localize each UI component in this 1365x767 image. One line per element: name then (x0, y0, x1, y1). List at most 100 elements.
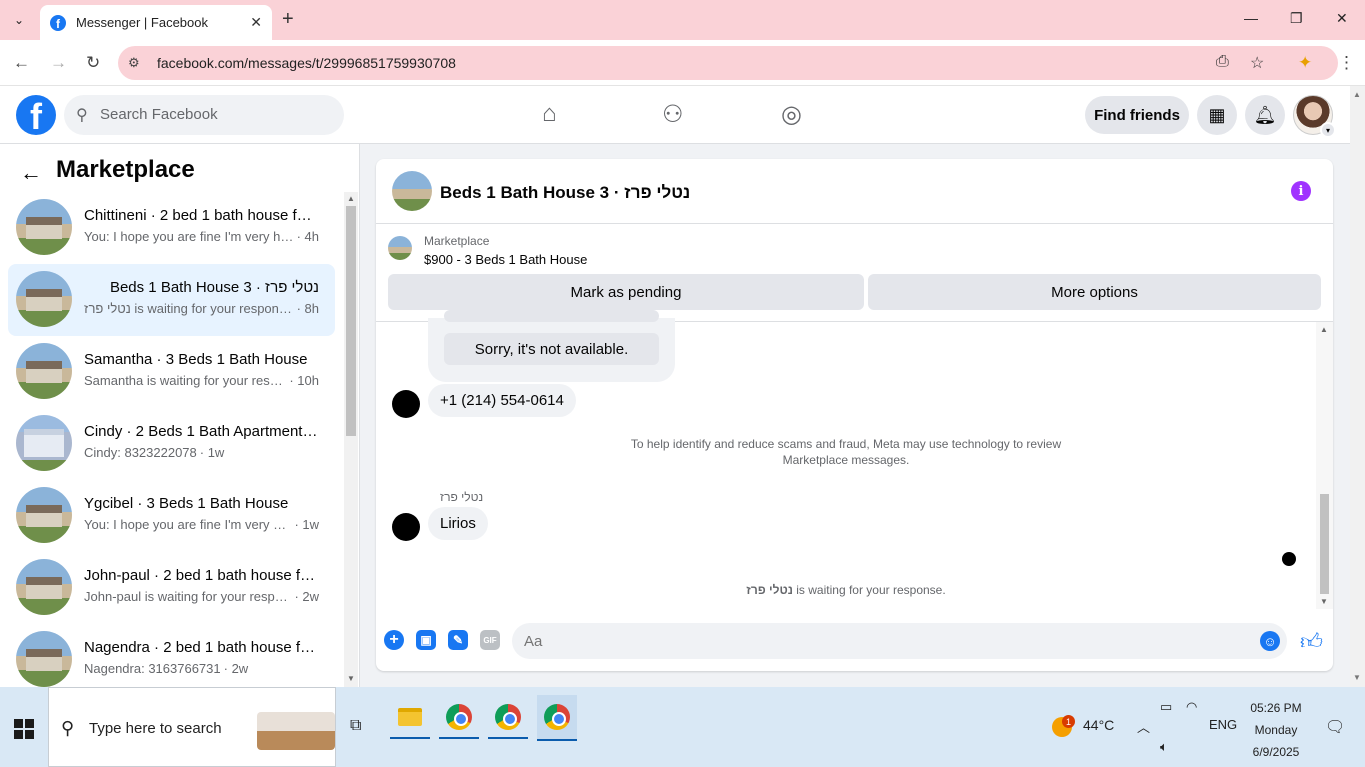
sidebar-scroll-thumb[interactable] (346, 206, 356, 436)
close-window-icon[interactable]: ✕ (1336, 10, 1348, 27)
message-input[interactable] (512, 623, 1287, 659)
volume-icon[interactable]: 🔈︎ (1160, 739, 1168, 755)
conversation-time: · 2w (294, 589, 319, 604)
search-highlight-image[interactable] (257, 712, 335, 750)
conversation-item[interactable]: Beds 1 Bath House 3 · נטלי פרז נטלי פרז i… (8, 264, 335, 336)
friends-icon[interactable]: ⚇ (662, 100, 684, 129)
tab-title: Messenger | Facebook (76, 15, 208, 30)
sender-avatar[interactable] (392, 390, 420, 418)
listing-mini-thumbnail[interactable] (388, 236, 412, 260)
new-tab-button[interactable]: + (282, 8, 294, 31)
scroll-up-icon[interactable]: ▲ (1353, 90, 1361, 99)
quick-reply-card: Sorry, it's not available. (428, 310, 675, 382)
info-icon[interactable]: i (1291, 181, 1311, 201)
taskbar-search-placeholder[interactable]: Type here to search (89, 720, 222, 737)
find-friends-button[interactable]: Find friends (1085, 96, 1189, 134)
taskbar-search-box[interactable]: ⚲ Type here to search (48, 687, 336, 767)
clock-date: 6/9/2025 (1252, 745, 1300, 759)
browser-tab-strip: ⌄ f Messenger | Facebook ✕ + — ❐ ✕ (0, 0, 1365, 40)
conversation-item[interactable]: Samantha · 3 Beds 1 Bath House Samantha i… (8, 336, 335, 408)
home-icon[interactable]: ⌂ (542, 100, 557, 128)
weather-temp[interactable]: 44°C (1083, 717, 1114, 733)
scroll-down-icon[interactable]: ▼ (1353, 673, 1361, 682)
conversation-item[interactable]: Ygcibel · 3 Beds 1 Bath House You: I hope… (8, 480, 335, 552)
chat-scroll-up-icon[interactable]: ▲ (1320, 325, 1328, 334)
facebook-logo-icon[interactable]: f (16, 95, 56, 135)
chat-panel: Beds 1 Bath House 3 · נטלי פרז i Marketp… (376, 159, 1333, 671)
conversation-item[interactable]: Chittineni · 2 bed 1 bath house for rent… (8, 192, 335, 264)
back-icon[interactable]: ← (13, 53, 30, 73)
listing-title[interactable]: $900 - 3 Beds 1 Bath House (424, 252, 587, 267)
minimize-icon[interactable]: — (1244, 10, 1258, 26)
menu-grid-icon[interactable]: ▦ (1197, 95, 1237, 135)
url-text[interactable]: facebook.com/messages/t/2999685175993070… (157, 55, 456, 71)
wifi-icon[interactable]: ◠ (1186, 699, 1197, 715)
chat-title[interactable]: Beds 1 Bath House 3 · נטלי פרז (440, 183, 690, 203)
omnibox[interactable]: ⚙ facebook.com/messages/t/29996851759930… (118, 46, 1338, 80)
facebook-search-box[interactable]: ⚲ Search Facebook (64, 95, 344, 135)
conversation-time: · 2w (223, 661, 249, 676)
page-scrollbar[interactable]: ▲ ▼ (1350, 86, 1365, 687)
task-view-icon[interactable]: ⧉ (350, 717, 361, 735)
thumbs-up-icon[interactable]: 👍︎ (1300, 628, 1323, 655)
chat-scrollbar[interactable]: ▲ ▼ (1316, 322, 1333, 609)
bookmark-star-icon[interactable]: ☆ (1250, 53, 1264, 73)
install-app-icon[interactable]: ⎙ (1216, 53, 1229, 71)
emoji-icon[interactable]: ☺ (1260, 631, 1280, 651)
conversation-item[interactable]: Cindy · 2 Beds 1 Bath Apartment for rent… (8, 408, 335, 480)
chat-header: Beds 1 Bath House 3 · נטלי פרז i (376, 159, 1333, 224)
chrome-menu-icon[interactable]: ⋮ (1338, 53, 1355, 73)
groups-icon[interactable]: ◎ (781, 100, 802, 129)
sender-avatar[interactable] (392, 513, 420, 541)
action-center-icon[interactable]: 🗨︎ (1325, 717, 1345, 737)
sidebar-scroll-up-icon[interactable]: ▲ (347, 194, 355, 203)
conversation-item[interactable]: Nagendra · 2 bed 1 bath house for rent Na… (8, 624, 335, 696)
tab-search-chevron-icon[interactable]: ⌄ (8, 9, 30, 31)
listing-thumbnail[interactable] (392, 171, 432, 211)
conversation-time: · 8h (296, 301, 319, 316)
gif-icon[interactable]: GIF (480, 630, 500, 650)
message-bubble-last: Lirios (428, 507, 488, 540)
chrome-app-1[interactable] (439, 697, 479, 739)
sidebar-scrollbar[interactable]: ▲ ▼ (344, 192, 358, 687)
browser-tab-messenger[interactable]: f Messenger | Facebook ✕ (40, 5, 272, 40)
waiting-text: is waiting for your response. (796, 583, 946, 597)
conversation-item[interactable]: John-paul · 2 bed 1 bath house for rent J… (8, 552, 335, 624)
app-running-indicator (439, 737, 479, 739)
plus-actions-icon[interactable]: + (384, 630, 404, 650)
language-indicator[interactable]: ENG (1209, 717, 1237, 732)
windows-start-icon[interactable] (14, 719, 34, 739)
waiting-name: נטלי פרז (746, 583, 793, 597)
extension-icon[interactable]: ✦ (1298, 53, 1312, 73)
site-settings-icon[interactable]: ⚙ (128, 55, 140, 71)
battery-icon[interactable]: ▭ (1160, 699, 1172, 715)
mark-as-pending-button[interactable]: Mark as pending (388, 274, 864, 310)
reload-icon[interactable]: ↻ (86, 53, 100, 73)
sidebar-scroll-down-icon[interactable]: ▼ (347, 674, 355, 683)
quick-reply-option-top[interactable] (444, 310, 659, 322)
show-hidden-icons-chevron-icon[interactable]: ︿ (1137, 717, 1150, 736)
sidebar-title: Marketplace (56, 156, 195, 183)
attach-image-icon[interactable]: ▣ (416, 630, 436, 650)
tab-close-icon[interactable]: ✕ (250, 14, 262, 31)
forward-icon[interactable]: → (50, 53, 67, 73)
taskbar-clock[interactable]: 05:26 PM Monday 6/9/2025 (1240, 697, 1312, 763)
conversation-name: John-paul · 2 bed 1 bath house for rent (84, 567, 319, 584)
sticker-icon[interactable]: ✎ (448, 630, 468, 650)
chat-scroll-down-icon[interactable]: ▼ (1320, 597, 1328, 606)
file-explorer-app[interactable] (390, 697, 430, 739)
more-options-button[interactable]: More options (868, 274, 1321, 310)
conversation-thumbnail (16, 415, 72, 471)
conversation-thumbnail (16, 199, 72, 255)
quick-reply-option[interactable]: Sorry, it's not available. (444, 333, 659, 365)
account-chevron-icon[interactable]: ▾ (1320, 122, 1336, 138)
back-arrow-icon[interactable]: ← (20, 160, 42, 186)
notifications-bell-icon[interactable]: 🔔︎ (1245, 95, 1285, 135)
chrome-app-3-active[interactable] (537, 695, 577, 741)
chrome-app-2[interactable] (488, 697, 528, 739)
profile-avatar[interactable]: ▾ (1293, 95, 1336, 138)
search-placeholder[interactable]: Search Facebook (100, 106, 218, 123)
restore-icon[interactable]: ❐ (1290, 10, 1303, 27)
chat-scroll-thumb[interactable] (1320, 494, 1329, 594)
conversation-name: Beds 1 Bath House 3 · נטלי פרז (109, 279, 319, 296)
